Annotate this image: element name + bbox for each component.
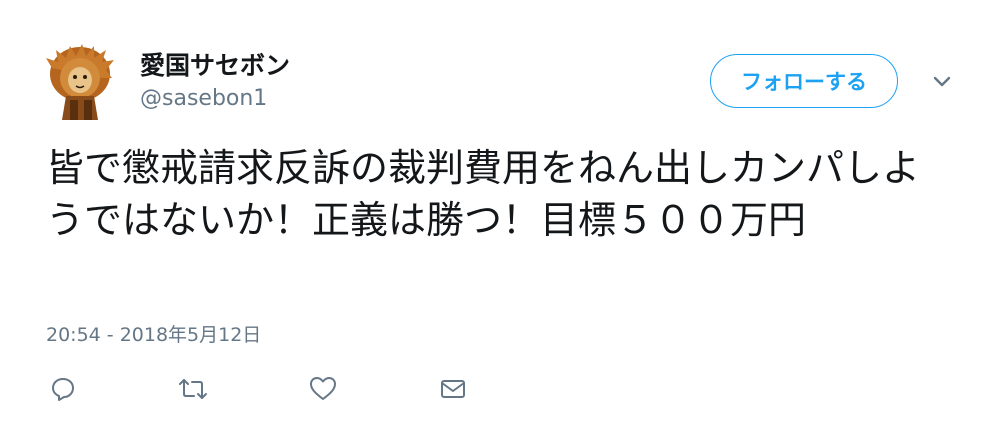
tweet-text: 皆で懲戒請求反訴の裁判費用をねん出しカンパしようではないか！正義は勝つ！目標５０… — [46, 146, 921, 242]
like-button[interactable] — [306, 372, 340, 406]
envelope-icon — [441, 380, 465, 398]
tweet-card: 愛国サセボン @sasebon1 フォローする 皆で懲戒請求反訴の裁判費用をねん… — [0, 0, 1004, 442]
lion-mask-icon — [46, 44, 114, 120]
reply-icon — [52, 378, 74, 401]
follow-button[interactable]: フォローする — [710, 54, 898, 108]
display-name[interactable]: 愛国サセボン — [140, 46, 290, 82]
retweet-button[interactable] — [176, 372, 210, 406]
avatar[interactable] — [46, 44, 114, 120]
chevron-down-icon[interactable] — [930, 72, 954, 92]
tweet-actions — [0, 372, 1004, 412]
user-handle[interactable]: @sasebon1 — [140, 86, 267, 111]
reply-button[interactable] — [46, 372, 80, 406]
tweet-timestamp[interactable]: 20:54 - 2018年5月12日 — [46, 320, 261, 347]
direct-message-button[interactable] — [436, 372, 470, 406]
retweet-icon — [179, 379, 207, 399]
heart-icon — [310, 377, 336, 400]
